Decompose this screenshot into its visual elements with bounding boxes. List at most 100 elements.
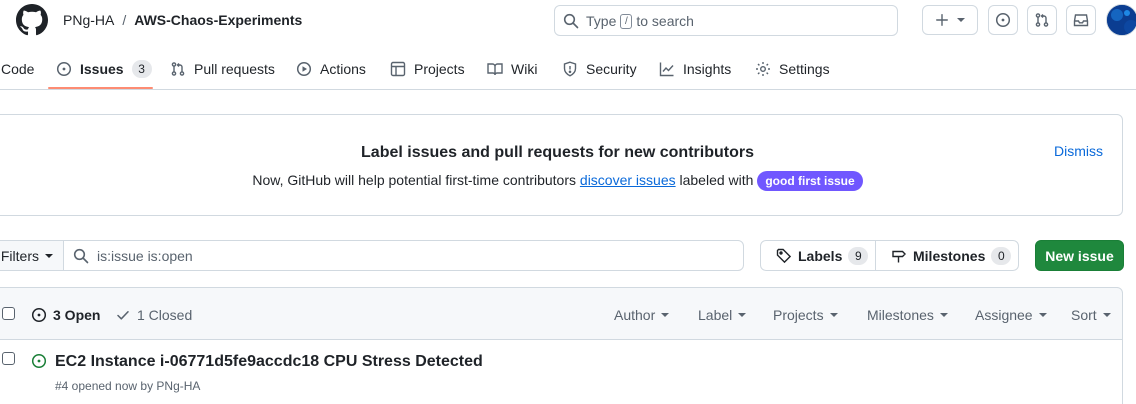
milestones-filter[interactable]: Milestones (867, 307, 948, 323)
chevron-down-icon (661, 313, 670, 317)
milestones-button-label: Milestones (913, 247, 986, 264)
tab-insights-label: Insights (683, 61, 732, 77)
plus-icon (935, 13, 949, 27)
play-icon (296, 61, 312, 77)
table-icon (390, 61, 406, 77)
create-new-button[interactable] (922, 5, 978, 35)
milestones-counter: 0 (991, 246, 1012, 265)
tab-actions[interactable]: Actions (296, 48, 366, 90)
app-header: PNg-HA / AWS-Chaos-Experiments Type / to… (0, 0, 1136, 40)
check-icon (115, 307, 131, 323)
issue-opened-icon (56, 61, 72, 77)
filters-button[interactable]: Filters (0, 240, 64, 271)
tab-wiki[interactable]: Wiki (487, 48, 537, 90)
git-pull-request-icon (170, 61, 186, 77)
banner-title: Label issues and pull requests for new c… (361, 144, 754, 161)
repo-navigation: Code Issues 3 Pull requests Actions Proj… (0, 48, 1136, 90)
inbox-button[interactable] (1066, 5, 1096, 35)
assignee-filter[interactable]: Assignee (975, 307, 1047, 323)
breadcrumb: PNg-HA / AWS-Chaos-Experiments (63, 11, 302, 29)
inbox-icon (1073, 12, 1089, 28)
user-avatar[interactable] (1106, 4, 1136, 36)
tab-projects-label: Projects (414, 61, 465, 77)
git-pull-request-icon (1034, 12, 1050, 28)
gear-icon (755, 61, 771, 77)
labels-button[interactable]: Labels 9 (761, 241, 876, 270)
search-shortcut-key: / (620, 13, 633, 29)
tab-projects[interactable]: Projects (390, 48, 465, 90)
banner-text-before: Now, GitHub will help potential first-ti… (252, 172, 577, 188)
github-logo-icon[interactable] (16, 4, 48, 36)
search-placeholder-suffix: to search (636, 13, 694, 29)
milestones-filter-label: Milestones (867, 307, 934, 323)
open-issues-filter[interactable]: 3 Open (31, 307, 100, 323)
tab-code-label: Code (1, 61, 35, 77)
sort-dropdown[interactable]: Sort (1071, 307, 1111, 323)
milestones-button[interactable]: Milestones 0 (876, 241, 1018, 270)
issues-shortcut-button[interactable] (988, 5, 1018, 35)
book-icon (487, 61, 503, 77)
search-icon (73, 248, 89, 264)
selected-tab-indicator (48, 87, 153, 89)
repo-owner-link[interactable]: PNg-HA (63, 11, 114, 29)
tab-pull-requests-label: Pull requests (194, 61, 275, 77)
banner-text: Now, GitHub will help potential first-ti… (0, 170, 1124, 191)
labels-counter: 9 (848, 246, 869, 265)
label-filter[interactable]: Label (698, 307, 747, 323)
closed-issues-label: 1 Closed (137, 307, 193, 323)
breadcrumb-separator: / (122, 12, 127, 28)
chevron-down-icon (957, 18, 965, 22)
issue-filter-field[interactable] (63, 240, 744, 271)
tab-insights[interactable]: Insights (659, 48, 731, 90)
tab-settings[interactable]: Settings (755, 48, 830, 90)
tab-code[interactable]: Code (1, 48, 34, 90)
labels-milestones-group: Labels 9 Milestones 0 (760, 240, 1019, 271)
search-placeholder: Type / to search (586, 13, 694, 29)
sort-dropdown-label: Sort (1071, 307, 1097, 323)
label-filter-label: Label (698, 307, 733, 323)
milestone-icon (891, 248, 907, 264)
issue-filter-input[interactable] (97, 247, 697, 264)
issue-meta: #4 opened now by PNg-HA (55, 379, 201, 393)
chevron-down-icon (738, 313, 747, 317)
issue-opened-icon (995, 12, 1011, 28)
search-placeholder-prefix: Type (586, 13, 617, 29)
author-filter-label: Author (614, 307, 656, 323)
shield-icon (562, 61, 578, 77)
tab-issues[interactable]: Issues 3 (56, 48, 152, 90)
assignee-filter-label: Assignee (975, 307, 1033, 323)
issue-title-link[interactable]: EC2 Instance i-06771d5fe9accdc18 CPU Str… (55, 352, 483, 372)
search-icon (563, 13, 579, 29)
issue-row[interactable]: EC2 Instance i-06771d5fe9accdc18 CPU Str… (0, 340, 1123, 404)
new-issue-button[interactable]: New issue (1035, 240, 1124, 271)
tab-pull-requests[interactable]: Pull requests (170, 48, 275, 90)
pull-requests-shortcut-button[interactable] (1027, 5, 1057, 35)
issue-opened-icon (31, 353, 47, 369)
chevron-down-icon (829, 313, 838, 317)
projects-filter-label: Projects (773, 307, 824, 323)
repo-name-link[interactable]: AWS-Chaos-Experiments (134, 11, 302, 29)
dismiss-button[interactable]: Dismiss (1054, 143, 1103, 159)
issue-opened-icon (31, 307, 47, 323)
issues-counter: 3 (131, 60, 152, 78)
open-issues-label: 3 Open (53, 307, 101, 323)
tab-actions-label: Actions (320, 61, 366, 77)
chevron-down-icon (1038, 313, 1047, 317)
graph-icon (659, 61, 675, 77)
discover-issues-link[interactable]: discover issues (580, 172, 676, 188)
closed-issues-filter[interactable]: 1 Closed (115, 307, 192, 323)
issues-list-header: 3 Open 1 Closed Author Label Projects Mi… (0, 287, 1123, 340)
global-search-input[interactable]: Type / to search (554, 5, 898, 36)
contributors-banner: Label issues and pull requests for new c… (0, 114, 1123, 216)
tag-icon (776, 248, 792, 264)
tab-security[interactable]: Security (562, 48, 637, 90)
issue-checkbox[interactable] (2, 352, 15, 365)
labels-button-label: Labels (798, 247, 843, 264)
select-all-checkbox[interactable] (2, 307, 15, 320)
author-filter[interactable]: Author (614, 307, 670, 323)
good-first-issue-label[interactable]: good first issue (757, 171, 863, 191)
projects-filter[interactable]: Projects (773, 307, 838, 323)
tab-settings-label: Settings (779, 61, 830, 77)
tab-wiki-label: Wiki (511, 61, 538, 77)
chevron-down-icon (939, 313, 948, 317)
